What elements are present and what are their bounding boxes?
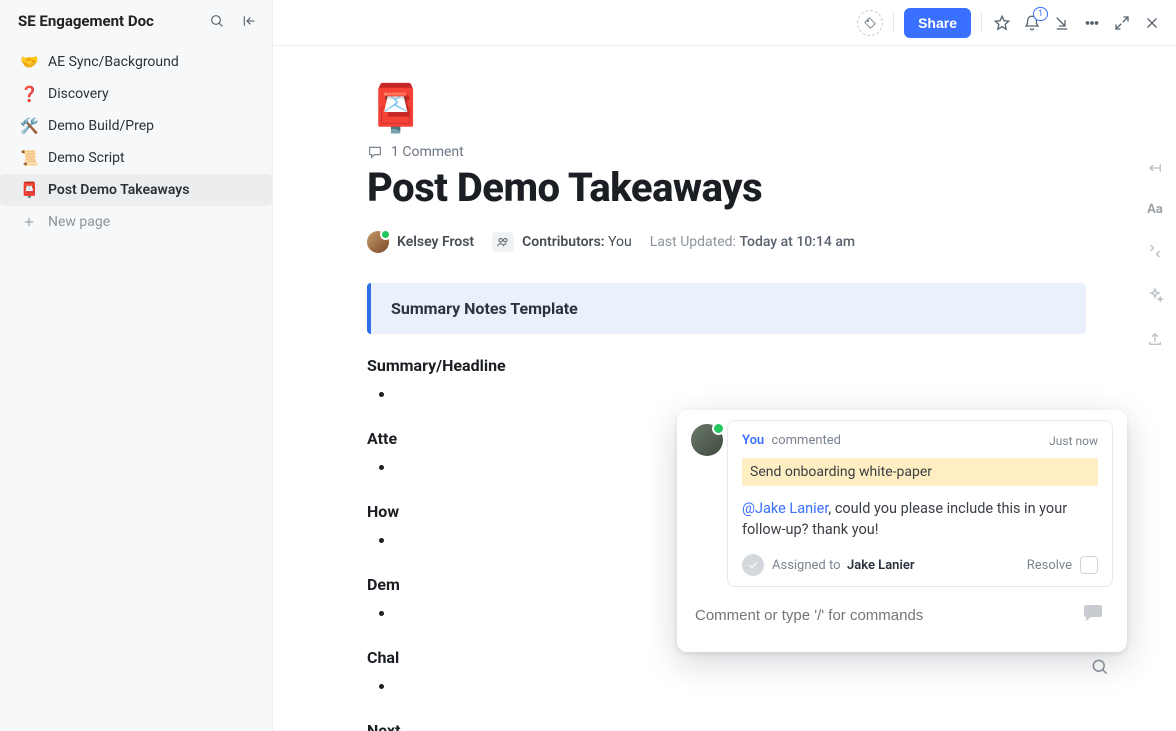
contributors-value: You — [608, 234, 632, 250]
comment-count-label: 1 Comment — [391, 144, 464, 160]
notification-badge: 1 — [1033, 7, 1048, 21]
page-title[interactable]: Post Demo Takeaways — [367, 164, 1086, 211]
sidebar-item-label: Post Demo Takeaways — [48, 182, 189, 198]
sidebar-item-discovery[interactable]: ❓ Discovery — [0, 78, 272, 110]
sidebar-nav: 🤝 AE Sync/Background ❓ Discovery 🛠️ Demo… — [0, 40, 272, 244]
expand-icon[interactable] — [1112, 13, 1132, 33]
divider — [893, 13, 894, 33]
contributors-chip[interactable]: Contributors: You — [492, 232, 632, 252]
resolve-label: Resolve — [1027, 558, 1072, 573]
comment-action: commented — [771, 433, 841, 448]
page-emoji[interactable]: 📮 — [367, 86, 1086, 132]
more-icon[interactable] — [1082, 13, 1102, 33]
people-icon — [492, 232, 514, 252]
comment-count[interactable]: 1 Comment — [367, 144, 1086, 160]
comment-input-wrap — [691, 597, 1113, 638]
callout-template[interactable]: Summary Notes Template — [367, 283, 1086, 334]
section-next-steps[interactable]: Next Send onboarding white-paper — [367, 721, 1086, 731]
avatar — [367, 231, 389, 253]
quoted-text: Send onboarding white-paper — [742, 458, 1098, 486]
send-icon[interactable] — [1081, 603, 1107, 625]
postbox-icon: 📮 — [20, 181, 38, 199]
handshake-icon: 🤝 — [20, 53, 38, 71]
updated-label: Last Updated: — [650, 234, 736, 250]
close-icon[interactable] — [1142, 13, 1162, 33]
notifications-icon[interactable]: 1 — [1022, 13, 1042, 33]
assigned-label: Assigned to — [772, 558, 841, 573]
scroll-icon: 📜 — [20, 149, 38, 167]
comment-time: Just now — [1049, 434, 1098, 448]
section-summary[interactable]: Summary/Headline — [367, 356, 1086, 407]
comment-body: @Jake Lanier, could you please include t… — [742, 498, 1098, 540]
sidebar-item-label: Demo Script — [48, 150, 125, 166]
comment-popup: You commented Just now Send onboarding w… — [677, 410, 1127, 652]
contributors-label: Contributors: — [522, 234, 604, 250]
sidebar-item-label: New page — [48, 214, 110, 230]
updated-value: Today at 10:14 am — [739, 234, 855, 250]
author-name: Kelsey Frost — [397, 234, 474, 250]
check-circle-icon[interactable] — [742, 554, 764, 576]
avatar — [691, 424, 723, 456]
star-icon[interactable] — [992, 13, 1012, 33]
sidebar-header: SE Engagement Doc — [0, 0, 272, 40]
mention[interactable]: @Jake Lanier — [742, 500, 828, 517]
resolve-checkbox[interactable] — [1080, 556, 1098, 574]
sidebar-item-post-demo-takeaways[interactable]: 📮 Post Demo Takeaways — [0, 174, 272, 206]
list-item[interactable] — [395, 383, 1086, 405]
tools-icon: 🛠️ — [20, 117, 38, 135]
sidebar: SE Engagement Doc 🤝 AE Sync/Background ❓… — [0, 0, 273, 731]
divider — [981, 13, 982, 33]
list-item[interactable] — [395, 675, 1086, 697]
sidebar-item-label: Demo Build/Prep — [48, 118, 154, 134]
section-heading: Next — [367, 721, 1086, 731]
sidebar-item-label: Discovery — [48, 86, 109, 102]
plus-icon — [20, 213, 38, 231]
comment-input[interactable] — [691, 597, 1113, 638]
share-button[interactable]: Share — [904, 8, 971, 38]
assign-row: Assigned to Jake Lanier Resolve — [742, 552, 1098, 576]
section-challenges[interactable]: Chal — [367, 648, 1086, 699]
search-icon[interactable] — [208, 12, 226, 30]
download-icon[interactable] — [1052, 13, 1072, 33]
sidebar-item-demo-script[interactable]: 📜 Demo Script — [0, 142, 272, 174]
main: Share 1 — [273, 0, 1176, 731]
sidebar-item-ae-sync[interactable]: 🤝 AE Sync/Background — [0, 46, 272, 78]
page-search-icon[interactable] — [1090, 657, 1112, 679]
author-chip[interactable]: Kelsey Frost — [367, 231, 474, 253]
comment-author: You — [742, 433, 764, 448]
sidebar-item-demo-build[interactable]: 🛠️ Demo Build/Prep — [0, 110, 272, 142]
last-updated: Last Updated: Today at 10:14 am — [650, 234, 855, 250]
page-meta: Kelsey Frost Contributors: You Last Upda… — [367, 231, 1086, 253]
doc-title[interactable]: SE Engagement Doc — [18, 12, 154, 30]
sidebar-new-page[interactable]: New page — [0, 206, 272, 238]
section-heading: Summary/Headline — [367, 356, 1086, 375]
sidebar-item-label: AE Sync/Background — [48, 54, 179, 70]
question-icon: ❓ — [20, 85, 38, 103]
topbar: Share 1 — [273, 0, 1176, 46]
tags-button[interactable] — [857, 10, 883, 36]
assignee-name[interactable]: Jake Lanier — [847, 558, 915, 573]
comment-card: You commented Just now Send onboarding w… — [727, 420, 1113, 587]
collapse-sidebar-icon[interactable] — [240, 12, 258, 30]
